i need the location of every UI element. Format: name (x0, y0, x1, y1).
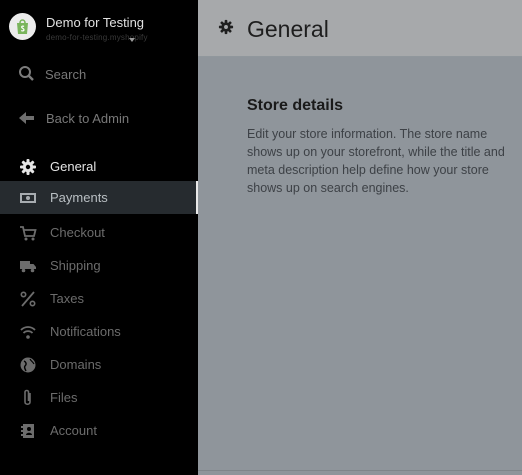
store-switcher[interactable]: Demo for Testing demo-for-testing.myshop… (0, 0, 198, 54)
sidebar-item-account[interactable]: Account (0, 414, 196, 447)
sidebar-item-general[interactable]: General (0, 150, 196, 183)
section-title: Store details (247, 97, 344, 114)
sidebar: Demo for Testing demo-for-testing.myshop… (0, 0, 204, 475)
gear-icon (20, 159, 36, 175)
sidebar-item-label: General (50, 159, 97, 174)
divider (198, 470, 522, 471)
percent-icon (20, 291, 36, 307)
search-icon (19, 66, 34, 81)
sidebar-item-label: Account (50, 423, 97, 438)
store-logo (9, 13, 36, 40)
sidebar-item-payments[interactable]: Payments (0, 181, 196, 214)
sidebar-item-checkout[interactable]: Checkout (0, 216, 196, 249)
sidebar-item-label: Domains (50, 357, 102, 372)
sidebar-item-domains[interactable]: Domains (0, 348, 196, 381)
arrow-left-icon (19, 112, 34, 124)
sidebar-item-label: Checkout (50, 225, 105, 240)
wifi-icon (20, 326, 36, 339)
sidebar-item-taxes[interactable]: Taxes (0, 282, 196, 315)
sidebar-item-label: Taxes (50, 291, 84, 306)
gear-icon (218, 19, 234, 35)
back-to-admin-link[interactable]: Back to Admin (0, 103, 198, 133)
page-title: General (247, 16, 329, 42)
sidebar-item-label: Files (50, 390, 78, 405)
account-icon (21, 424, 34, 438)
search-link[interactable]: Search (0, 59, 198, 89)
sidebar-item-files[interactable]: Files (0, 381, 196, 414)
payments-icon (20, 193, 36, 203)
sidebar-item-label: Notifications (50, 324, 121, 339)
sidebar-item-label: Payments (50, 190, 108, 205)
globe-icon (20, 357, 36, 373)
paperclip-icon (24, 389, 31, 406)
sidebar-item-notifications[interactable]: Notifications (0, 315, 196, 348)
page-header: General (198, 0, 522, 57)
cart-icon (20, 226, 37, 241)
search-label: Search (45, 67, 87, 82)
back-to-admin-label: Back to Admin (46, 111, 130, 126)
sidebar-item-shipping[interactable]: Shipping (0, 249, 196, 282)
sidebar-item-label: Shipping (50, 258, 101, 273)
chevron-down-icon (129, 38, 135, 42)
truck-icon (20, 261, 36, 273)
section-description: Edit your store information. The store n… (247, 127, 505, 195)
shopify-bag-icon (17, 19, 28, 34)
store-name: Demo for Testing (46, 15, 145, 30)
main-content: General Store details Edit your store in… (198, 0, 522, 475)
